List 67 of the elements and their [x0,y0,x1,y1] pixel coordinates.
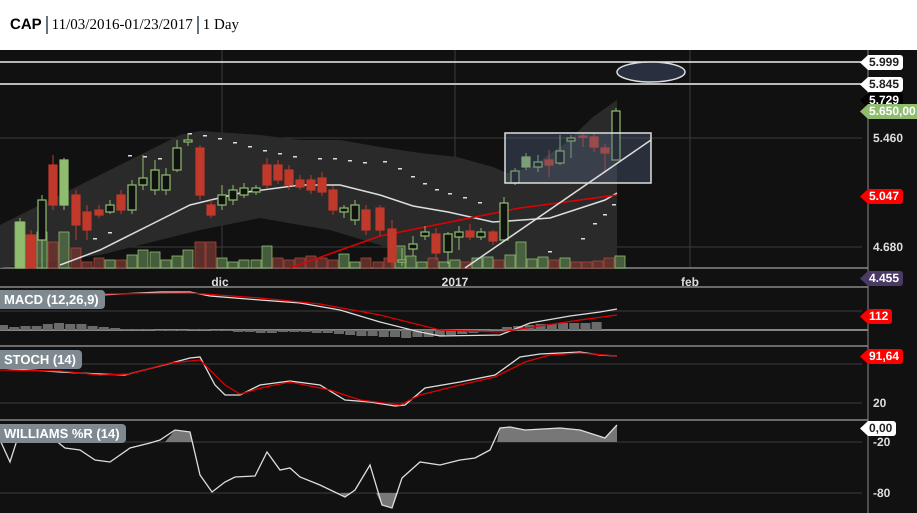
axis-label: -20 [873,435,890,449]
candlestick [521,152,531,170]
volume-bar [548,260,560,268]
price-tag: 4.455 [860,271,904,286]
candlestick [59,158,69,210]
candlestick [82,204,92,240]
candlestick [217,184,227,210]
candlestick [239,182,249,198]
trend-line[interactable] [464,139,652,269]
volume-bar [604,258,614,268]
candlestick [317,172,327,196]
candlestick [566,134,576,158]
volume-bar [538,256,548,268]
price-tag: 5.650,00 [860,104,917,119]
overbought-area [165,430,192,442]
candlestick [150,160,160,196]
volume-bar [284,260,294,268]
date-label: dic [211,275,229,289]
date-range: 11/03/2016-01/23/2017 [52,16,193,35]
price-tag: 5.845 [860,77,904,92]
candlestick [375,204,385,236]
volume-bar [614,256,626,268]
axis-label: 20 [873,396,886,410]
oversold-area [376,493,398,508]
axis-label: 5.460 [873,131,904,145]
date-label: 2017 [442,275,468,289]
indicator-title: MACD (12,26,9) [0,290,105,309]
candlestick [15,218,25,269]
candlestick [228,184,238,206]
volume-bar [48,242,58,268]
volume-bar [138,250,148,268]
interval-label: 1 Day [202,16,240,35]
price-tag: 5.999 [860,55,904,70]
indicator-title: WILLIAMS %R (14) [0,424,126,443]
candlestick [161,168,171,196]
axis-label: -80 [873,486,890,500]
price-tag: 91,64 [860,349,904,364]
axis-label: 4.680 [873,240,904,254]
candlestick [306,174,316,194]
volume-bar [104,260,116,268]
candlestick [361,204,371,236]
volume-bar [194,242,206,268]
candlestick [94,204,104,218]
candlestick [71,190,81,240]
indicator-title: STOCH (14) [0,350,82,369]
candlestick [578,132,588,148]
date-label: feb [681,275,699,289]
candlestick [443,232,453,264]
rectangle-annotation[interactable] [504,132,652,184]
volume-bar [482,256,494,268]
ellipse-annotation[interactable] [616,61,686,83]
oversold-area [340,493,352,497]
price-tag: 112 [860,309,892,324]
candlestick [408,236,418,256]
candlestick [127,180,137,214]
candlestick [476,228,486,240]
symbol-title: CAP [10,14,42,35]
candlestick [138,154,148,190]
price-tag: 0,00 [860,421,896,436]
volume-bar [450,260,460,268]
candlestick [48,154,58,210]
candlestick [555,134,565,166]
candlestick [273,160,283,184]
price-tag: 5.047 [860,189,904,204]
volume-bar [316,258,328,268]
candlestick [510,168,520,186]
volume-bar [238,260,250,268]
